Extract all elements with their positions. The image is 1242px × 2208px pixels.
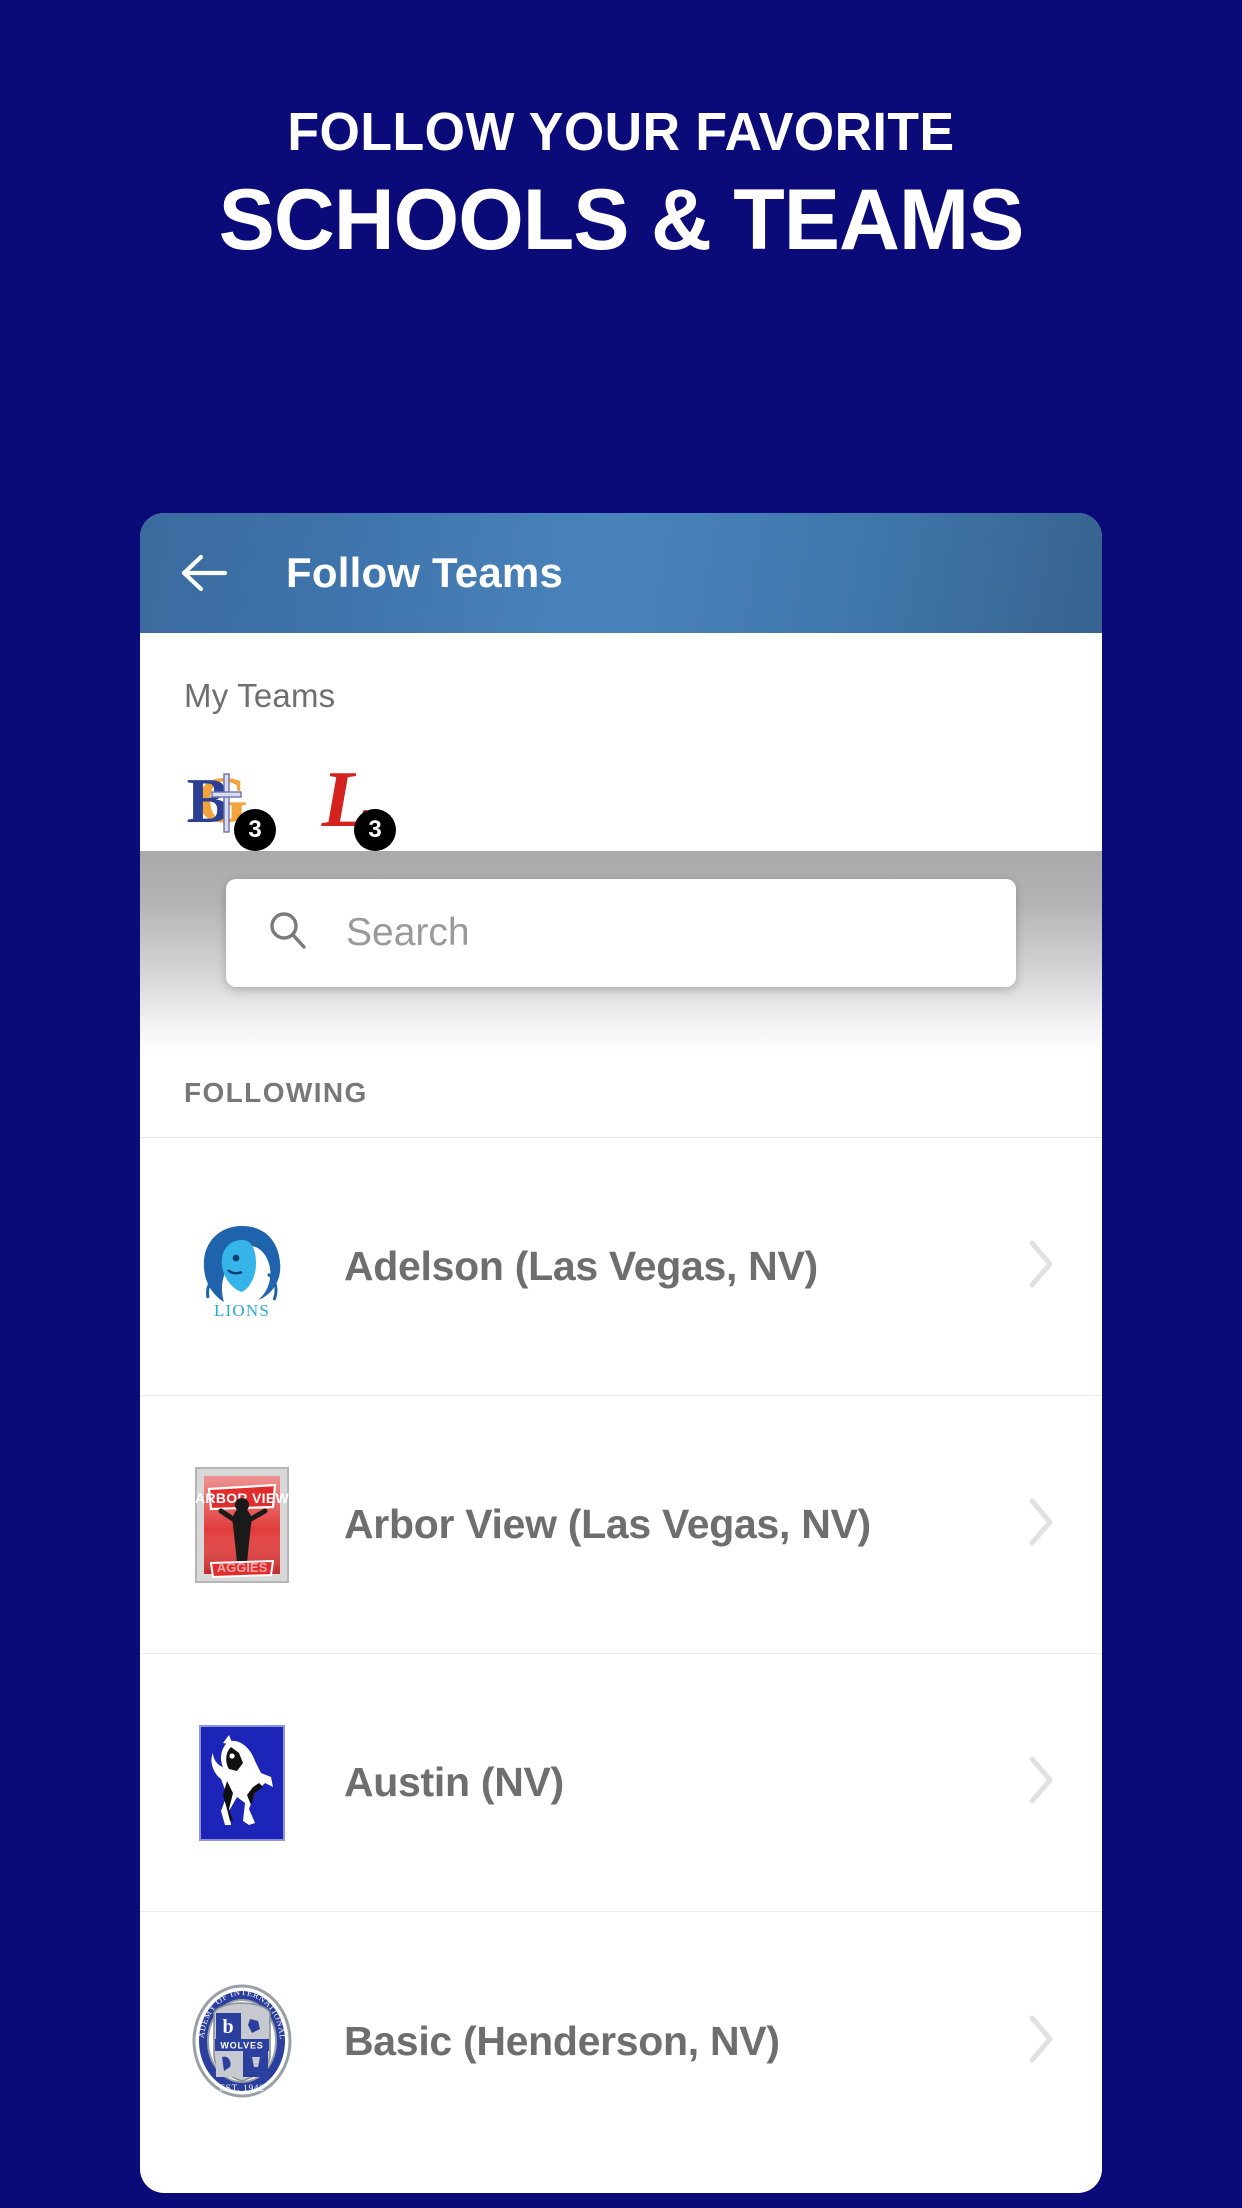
- svg-text:EST. 1942: EST. 1942: [219, 2083, 264, 2093]
- list-item[interactable]: b WOLVES BASIC ACADEMY OF INTERNATIONAL …: [140, 1912, 1102, 2170]
- search-band: Search: [140, 851, 1102, 1051]
- app-header-title: Follow Teams: [286, 549, 563, 596]
- list-item[interactable]: ARBOR VIEW AGGIES Arbor View (Las Vegas,…: [140, 1396, 1102, 1654]
- promo-headline-line2: SCHOOLS & TEAMS: [218, 171, 1025, 268]
- promo-headline-line1: FOLLOW YOUR FAVORITE: [287, 102, 955, 162]
- my-teams-chip-row: G B 3 L 3: [140, 757, 1102, 851]
- basic-wolves-seal-logo: b WOLVES BASIC ACADEMY OF INTERNATIONAL …: [184, 1983, 300, 2099]
- logo-caption: AGGIES: [217, 1560, 268, 1575]
- list-item-label: Basic (Henderson, NV): [344, 2017, 780, 2064]
- mustang-horse-logo: [184, 1724, 300, 1841]
- promo-banner: FOLLOW YOUR FAVORITE SCHOOLS & TEAMS: [0, 0, 1242, 265]
- search-icon: [266, 909, 310, 958]
- chip-badge-count: 3: [234, 809, 276, 851]
- back-button[interactable]: [174, 543, 234, 603]
- svg-text:B: B: [187, 765, 230, 836]
- list-item[interactable]: LIONS Adelson (Las Vegas, NV): [140, 1138, 1102, 1396]
- app-header-bar: Follow Teams: [140, 513, 1102, 633]
- arrow-left-icon: [179, 551, 229, 595]
- my-team-chip[interactable]: G B 3: [184, 757, 276, 851]
- chevron-right-icon: [1022, 2012, 1058, 2071]
- following-section-header: FOLLOWING: [140, 1051, 1102, 1138]
- my-team-chip[interactable]: L 3: [304, 757, 396, 851]
- list-item-label: Adelson (Las Vegas, NV): [344, 1243, 818, 1289]
- list-item-label: Austin (NV): [344, 1759, 564, 1805]
- my-teams-section: My Teams G B 3 L 3: [140, 633, 1102, 851]
- search-input[interactable]: Search: [226, 879, 1016, 987]
- logo-caption: WOLVES: [220, 2041, 263, 2051]
- svg-text:b: b: [222, 2016, 233, 2038]
- arbor-view-aggies-logo: ARBOR VIEW AGGIES: [184, 1466, 300, 1583]
- logo-caption: LIONS: [214, 1301, 270, 1320]
- search-placeholder: Search: [346, 911, 470, 954]
- list-item[interactable]: Austin (NV): [140, 1654, 1102, 1912]
- chevron-right-icon: [1022, 1237, 1058, 1296]
- chevron-right-icon: [1022, 1495, 1058, 1554]
- my-teams-label: My Teams: [184, 677, 336, 714]
- app-screenshot-card: Follow Teams My Teams G B 3 L 3 Search F…: [140, 513, 1102, 2193]
- chip-badge-count: 3: [354, 809, 396, 851]
- list-item-label: Arbor View (Las Vegas, NV): [344, 1501, 871, 1547]
- lion-head-logo: LIONS: [184, 1209, 300, 1325]
- following-list: LIONS Adelson (Las Vegas, NV) ARBOR VIEW…: [140, 1138, 1102, 2170]
- chevron-right-icon: [1022, 1753, 1058, 1812]
